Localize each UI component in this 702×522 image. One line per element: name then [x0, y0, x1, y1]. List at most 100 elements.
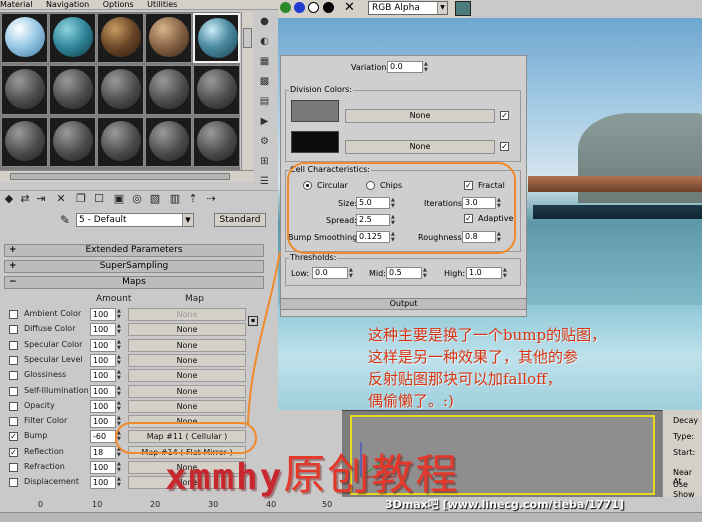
green-channel-icon[interactable]: [280, 2, 291, 13]
chevron-down-icon[interactable]: ▼: [182, 214, 193, 226]
reset-icon[interactable]: ✕: [54, 192, 68, 206]
eyedropper-icon[interactable]: ✎: [60, 213, 70, 227]
amount-spinner[interactable]: ▲ ▼: [117, 461, 124, 474]
sample-slot[interactable]: [97, 13, 144, 63]
division-map-1-button[interactable]: None: [345, 109, 495, 123]
chevron-down-icon[interactable]: ▼: [437, 2, 447, 14]
sample-slot[interactable]: [1, 65, 48, 115]
amount-spinner[interactable]: ▲ ▼: [117, 400, 124, 413]
put-to-library-icon[interactable]: ▣: [112, 192, 126, 206]
amount-spinner[interactable]: ▲ ▼: [117, 476, 124, 489]
map-enable-checkbox[interactable]: [9, 417, 18, 427]
scroll-thumb[interactable]: [243, 28, 252, 48]
rollout-maps[interactable]: − Maps: [4, 276, 264, 289]
amount-spinner[interactable]: ▲ ▼: [117, 354, 124, 367]
high-spinner[interactable]: ▲ ▼: [503, 267, 509, 279]
blue-channel-icon[interactable]: [294, 2, 305, 13]
slots-scrollbar[interactable]: [241, 12, 253, 170]
map-slot-button[interactable]: None: [128, 338, 246, 352]
slots-hscroll[interactable]: [0, 170, 254, 182]
hscroll-thumb[interactable]: [10, 173, 230, 180]
material-type-button[interactable]: Standard: [214, 213, 266, 227]
map-amount-field[interactable]: 100: [90, 338, 116, 352]
clear-icon[interactable]: ✕: [344, 0, 355, 15]
amount-spinner[interactable]: ▲ ▼: [117, 308, 124, 321]
material-navigator-icon[interactable]: ☰: [256, 174, 273, 189]
map-amount-field[interactable]: 18: [90, 445, 116, 459]
show-map-icon[interactable]: ▧: [148, 192, 162, 206]
map-slot-button[interactable]: None: [128, 308, 246, 321]
map-enable-checkbox[interactable]: [9, 355, 18, 365]
variation-field[interactable]: 0.0: [387, 61, 423, 73]
map-enable-checkbox[interactable]: [9, 325, 18, 335]
map-amount-field[interactable]: 100: [90, 415, 116, 429]
mid-field[interactable]: 0.5: [386, 267, 422, 279]
rollout-supersampling[interactable]: + SuperSampling: [4, 260, 264, 273]
sample-slot[interactable]: [193, 117, 240, 167]
sample-slot[interactable]: [97, 117, 144, 167]
sample-slot[interactable]: [49, 65, 96, 115]
division-map-1-checkbox[interactable]: ✓: [500, 111, 509, 120]
sample-slot[interactable]: [1, 117, 48, 167]
map-amount-field[interactable]: 100: [90, 369, 116, 383]
rollout-extended-parameters[interactable]: + Extended Parameters: [4, 244, 264, 257]
menu-options[interactable]: Options: [103, 0, 134, 9]
sample-slot[interactable]: [145, 65, 192, 115]
division-color-1[interactable]: [291, 100, 339, 122]
map-amount-field[interactable]: 100: [90, 384, 116, 398]
sample-slot[interactable]: [145, 13, 192, 63]
menu-material[interactable]: Material: [0, 0, 33, 9]
menu-navigation[interactable]: Navigation: [46, 0, 89, 9]
assign-material-icon[interactable]: ⇥: [34, 192, 48, 206]
sample-slot[interactable]: [49, 13, 96, 63]
map-enable-checkbox[interactable]: ✓: [9, 447, 18, 457]
sample-slot-selected[interactable]: [193, 13, 240, 63]
division-map-2-button[interactable]: None: [345, 140, 495, 154]
go-to-parent-icon[interactable]: ⇡: [186, 192, 200, 206]
map-slot-button[interactable]: None: [128, 399, 246, 413]
map-enable-checkbox[interactable]: [9, 310, 18, 319]
mono-icon[interactable]: [323, 2, 334, 13]
amount-spinner[interactable]: ▲ ▼: [117, 385, 124, 398]
sample-slot[interactable]: [97, 65, 144, 115]
amount-spinner[interactable]: ▲ ▼: [117, 323, 124, 336]
variation-spinner[interactable]: ▲ ▼: [424, 61, 430, 73]
video-check-icon[interactable]: ▤: [256, 94, 273, 109]
get-material-icon[interactable]: ◆: [2, 192, 16, 206]
map-enable-checkbox[interactable]: [9, 478, 18, 488]
put-to-scene-icon[interactable]: ⇄: [18, 192, 32, 206]
division-map-2-checkbox[interactable]: ✓: [500, 142, 509, 151]
division-color-2[interactable]: [291, 131, 339, 153]
map-amount-field[interactable]: 100: [90, 461, 116, 474]
show-end-result-icon[interactable]: ▥: [168, 192, 182, 206]
material-name-field[interactable]: 5 - Default ▼: [76, 213, 194, 227]
sample-slot[interactable]: [49, 117, 96, 167]
map-slot-button[interactable]: None: [128, 384, 246, 398]
map-slot-button[interactable]: None: [128, 369, 246, 383]
map-slot-button[interactable]: None: [128, 323, 246, 337]
make-preview-icon[interactable]: ▶: [256, 114, 273, 129]
unique-icon[interactable]: ☐: [92, 192, 106, 206]
amount-spinner[interactable]: ▲ ▼: [117, 339, 124, 352]
map-enable-checkbox[interactable]: [9, 340, 18, 350]
uv-tiling-icon[interactable]: ▩: [256, 74, 273, 89]
time-ruler[interactable]: 0 10 20 30 40 50: [0, 500, 345, 512]
mid-spinner[interactable]: ▲ ▼: [423, 267, 429, 279]
copy-material-icon[interactable]: ❐: [74, 192, 88, 206]
channel-select[interactable]: RGB Alpha ▼: [368, 1, 448, 15]
alpha-channel-icon[interactable]: [308, 2, 319, 13]
select-by-material-icon[interactable]: ⊞: [256, 154, 273, 169]
map-enable-checkbox[interactable]: [9, 371, 18, 381]
map-amount-field[interactable]: -60: [90, 430, 116, 444]
go-forward-icon[interactable]: ⇢: [204, 192, 218, 206]
backlight-icon[interactable]: ◐: [256, 34, 273, 49]
material-effects-icon[interactable]: ◎: [130, 192, 144, 206]
sample-slot[interactable]: [193, 65, 240, 115]
sample-slot[interactable]: [1, 13, 48, 63]
map-amount-field[interactable]: 100: [90, 308, 116, 321]
map-amount-field[interactable]: 100: [90, 323, 116, 337]
sample-slot[interactable]: [145, 117, 192, 167]
menu-utilities[interactable]: Utilities: [147, 0, 177, 9]
amount-spinner[interactable]: ▲ ▼: [117, 369, 124, 382]
high-field[interactable]: 1.0: [466, 267, 502, 279]
